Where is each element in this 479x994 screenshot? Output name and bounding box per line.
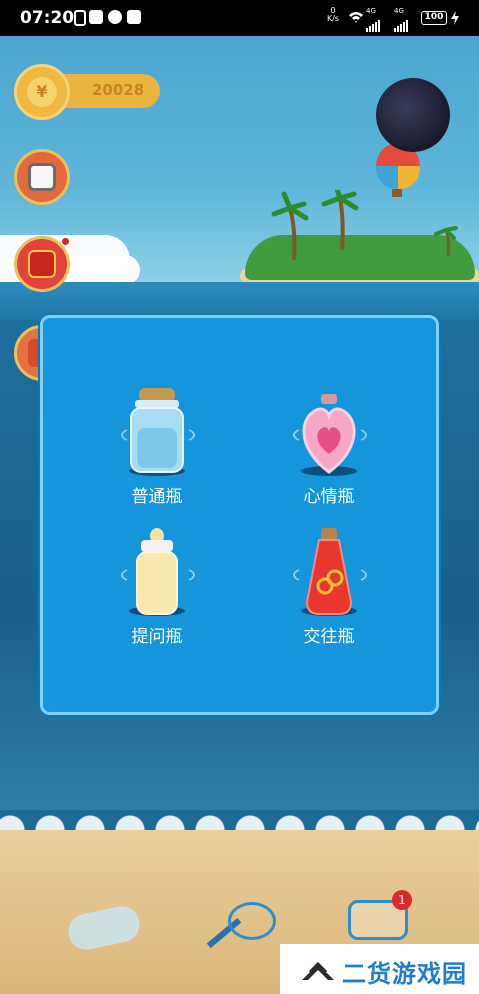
option-label: 提问瓶 [131,627,183,647]
dating-bottle-icon [305,528,353,615]
option-question-bottle[interactable]: 提问瓶 [111,528,231,648]
task-button[interactable] [14,149,70,205]
notification-dot [62,238,69,245]
charging-icon [451,11,459,25]
heart-bottle-icon [302,394,356,474]
watermark-logo-icon [302,961,334,980]
battery-level: 100 [421,11,447,25]
coin-balance-value: 20028 [92,81,145,99]
option-label: 心情瓶 [303,487,355,507]
sim2-type: 4G [394,7,404,15]
red-packet-icon [28,250,56,278]
option-plain-bottle[interactable]: 普通瓶 [111,388,231,508]
question-bottle-icon [136,528,178,615]
network-speed: 0 K/s [322,7,344,23]
user-avatar[interactable] [376,78,450,152]
wifi-icon [349,12,363,23]
watermark-text: 二货游戏园 [342,960,467,988]
option-dating-bottle[interactable]: 交往瓶 [283,528,403,648]
status-time: 07:20 [20,8,75,28]
signal-sim1: 4G [366,7,381,32]
option-heart-bottle[interactable]: 心情瓶 [283,388,403,508]
option-label: 普通瓶 [131,487,183,507]
red-packet-button[interactable] [14,236,70,292]
battery-alert-icon [74,10,86,26]
option-label: 交往瓶 [303,627,355,647]
palm-trees-icon [271,190,458,261]
fishing-net-icon[interactable] [228,902,276,940]
sim1-type: 4G [366,7,376,15]
yen-coin-icon: ¥ [27,77,57,107]
cloud-left-small [60,255,140,285]
coin-button[interactable]: ¥ [14,64,70,120]
balloon-basket [392,189,402,197]
network-speed-unit: K/s [326,14,340,23]
wechat-icon [108,10,122,24]
app-notification-icon [127,10,141,24]
watermark: 二货游戏园 [280,944,479,994]
status-bar: 07:20 0 K/s 4G 4G 100 [0,0,479,36]
signal-sim2: 4G [394,7,409,32]
basket-badge: 1 [392,890,412,910]
plain-bottle-icon [130,388,184,473]
checklist-icon [28,163,56,191]
bottle-type-dialog: 普通瓶 心情瓶 提问瓶 交往瓶 [40,315,439,715]
shield-app-icon [89,10,103,24]
